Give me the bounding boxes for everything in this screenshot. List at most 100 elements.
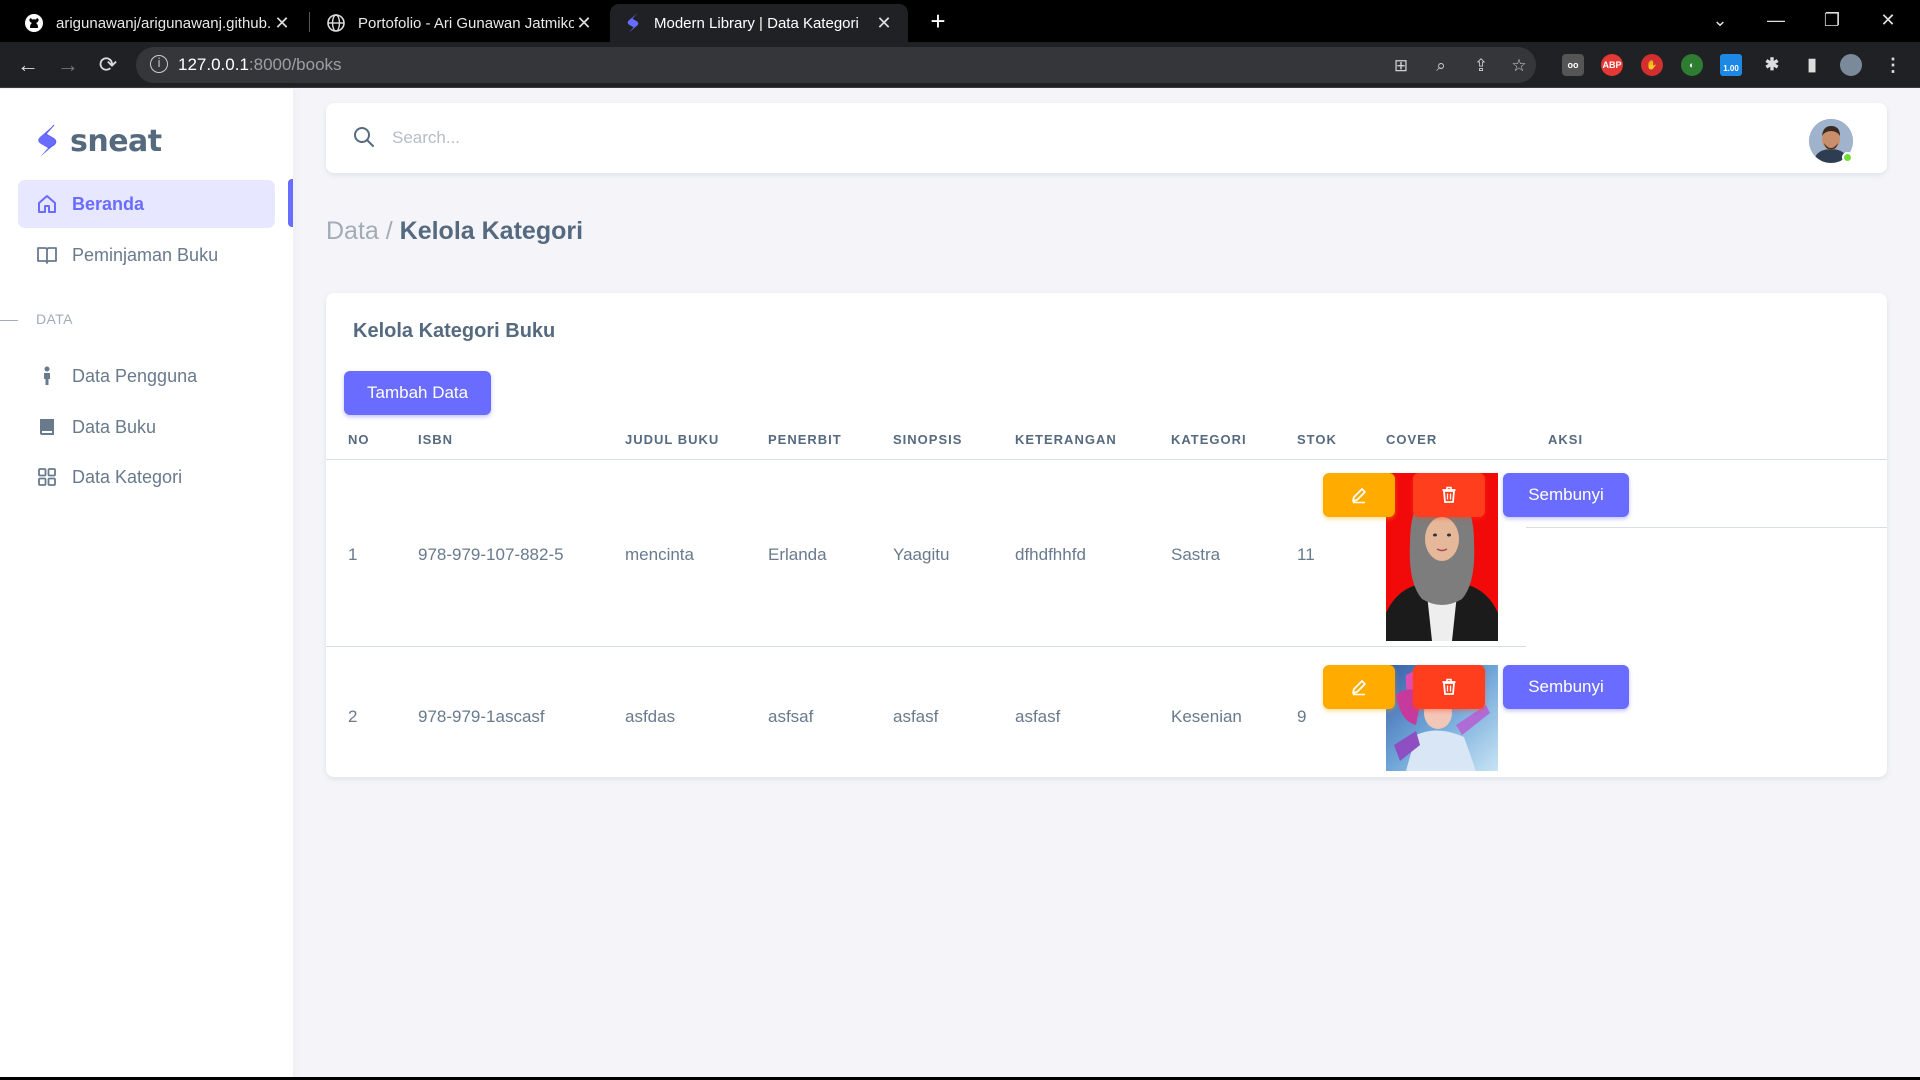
back-button[interactable]: ← bbox=[14, 51, 42, 79]
cell-isbn: 978-979-1ascasf bbox=[418, 707, 545, 726]
cell-no: 1 bbox=[348, 545, 358, 564]
github-icon bbox=[25, 14, 43, 32]
sidebar-item-label: Data Buku bbox=[72, 416, 157, 437]
sidebar-item-label: Peminjaman Buku bbox=[72, 244, 219, 265]
profile-avatar[interactable] bbox=[1840, 54, 1862, 76]
hand-icon[interactable]: ✋ bbox=[1641, 54, 1663, 76]
reload-button[interactable]: ⟳ bbox=[94, 51, 122, 79]
trash-icon bbox=[1442, 486, 1456, 503]
zoom-icon[interactable]: ⌕ bbox=[1430, 55, 1452, 77]
category-card: Kelola Kategori Buku Tambah Data NO ISBN… bbox=[326, 293, 1887, 777]
sidebar-item-label: Data Pengguna bbox=[72, 365, 198, 386]
url-host: 127.0.0.1 bbox=[178, 55, 249, 74]
search-input[interactable] bbox=[392, 121, 692, 155]
tab-portofolio[interactable]: Portofolio - Ari Gunawan Jatmiko ✕ bbox=[312, 4, 608, 42]
cell-penerbit: Erlanda bbox=[768, 545, 827, 564]
book-open-icon bbox=[36, 244, 58, 266]
sidebar-item-label: Data Kategori bbox=[72, 466, 183, 487]
restore-button[interactable]: ❐ bbox=[1808, 0, 1856, 42]
kebab-menu-icon[interactable]: ⋮ bbox=[1882, 54, 1904, 76]
cell-stok: 9 bbox=[1297, 707, 1307, 726]
app-root: sneat Beranda Peminjaman Buku DATA Data … bbox=[0, 89, 1920, 1080]
share-icon[interactable]: ⇪ bbox=[1470, 55, 1492, 77]
close-icon[interactable]: ✕ bbox=[874, 13, 894, 34]
column-header-judul-buku: JUDUL BUKU bbox=[625, 432, 720, 447]
section-divider bbox=[0, 320, 18, 321]
cell-stok: 11 bbox=[1297, 545, 1315, 564]
adblock-icon[interactable]: ABP bbox=[1601, 54, 1623, 76]
hide-button[interactable]: Sembunyi bbox=[1503, 473, 1629, 517]
home-icon bbox=[36, 193, 58, 215]
new-tab-button[interactable]: + bbox=[923, 6, 953, 36]
edit-button[interactable] bbox=[1323, 665, 1395, 709]
chevron-down-icon[interactable]: ⌄ bbox=[1696, 0, 1744, 42]
edit-button[interactable] bbox=[1323, 473, 1395, 517]
sidebar-item-peminjaman-buku[interactable]: Peminjaman Buku bbox=[18, 231, 275, 279]
hide-button[interactable]: Sembunyi bbox=[1503, 665, 1629, 709]
forward-button[interactable]: → bbox=[54, 51, 82, 79]
brand-name: sneat bbox=[70, 123, 162, 159]
tab-title: arigunawanj/arigunawanj.github.io bbox=[56, 14, 272, 32]
column-header-sinopsis: SINOPSIS bbox=[893, 432, 963, 447]
cell-kategori: Sastra bbox=[1171, 545, 1221, 564]
column-header-keterangan: KETERANGAN bbox=[1015, 432, 1117, 447]
counter-extension-icon[interactable]: 1.00 bbox=[1720, 54, 1742, 76]
trash-icon bbox=[1442, 678, 1456, 695]
translate-icon[interactable]: ⊞ bbox=[1390, 55, 1412, 77]
sidebar-item-data-kategori[interactable]: Data Kategori bbox=[18, 453, 275, 501]
minimize-button[interactable]: — bbox=[1752, 0, 1800, 42]
cell-isbn: 978-979-107-882-5 bbox=[418, 545, 564, 564]
cell-judul: asfdas bbox=[625, 707, 676, 726]
close-window-button[interactable]: ✕ bbox=[1864, 0, 1912, 42]
breadcrumb: Data / bbox=[326, 217, 393, 245]
delete-button[interactable] bbox=[1413, 665, 1485, 709]
color-extension-icon[interactable]: ◐ bbox=[1681, 54, 1703, 76]
globe-icon bbox=[327, 14, 345, 32]
tab-separator bbox=[309, 12, 310, 32]
sidebar-item-data-buku[interactable]: Data Buku bbox=[18, 403, 275, 451]
brand[interactable]: sneat bbox=[34, 123, 162, 159]
extension-glasses-icon[interactable]: oo bbox=[1562, 54, 1584, 76]
sidepanel-icon[interactable]: ▮ bbox=[1801, 54, 1823, 76]
cell-no: 2 bbox=[348, 707, 358, 726]
close-icon[interactable]: ✕ bbox=[574, 13, 594, 34]
table-header-divider bbox=[326, 459, 1887, 460]
info-icon[interactable]: i bbox=[150, 55, 168, 73]
sidebar: sneat Beranda Peminjaman Buku DATA Data … bbox=[0, 89, 293, 1080]
row-divider bbox=[1526, 527, 1887, 528]
browser-address-bar: ← → ⟳ i 127.0.0.1:8000/books ⊞ ⌕ ⇪ ☆ oo … bbox=[0, 42, 1920, 88]
tab-github[interactable]: arigunawanj/arigunawanj.github.io ✕ bbox=[10, 4, 306, 42]
sidebar-item-data-pengguna[interactable]: Data Pengguna bbox=[18, 352, 275, 400]
close-icon[interactable]: ✕ bbox=[272, 13, 292, 34]
star-icon[interactable]: ☆ bbox=[1508, 55, 1530, 77]
browser-tab-bar: arigunawanj/arigunawanj.github.io ✕ Port… bbox=[0, 0, 1920, 42]
row-divider bbox=[326, 646, 1526, 647]
column-header-aksi: AKSI bbox=[1548, 432, 1584, 447]
page-title-current: Kelola Kategori bbox=[399, 217, 584, 245]
url-text: 127.0.0.1:8000/books bbox=[178, 55, 342, 75]
cell-kategori: Kesenian bbox=[1171, 707, 1242, 726]
cell-sinopsis: asfasf bbox=[893, 707, 939, 726]
cell-keterangan: dfhdfhhfd bbox=[1015, 545, 1086, 564]
search-icon[interactable] bbox=[352, 125, 376, 149]
tab-title: Portofolio - Ari Gunawan Jatmiko bbox=[358, 14, 574, 32]
delete-button[interactable] bbox=[1413, 473, 1485, 517]
puzzle-icon[interactable]: ✱ bbox=[1761, 54, 1783, 76]
sidebar-item-beranda[interactable]: Beranda bbox=[18, 180, 275, 228]
add-data-button[interactable]: Tambah Data bbox=[344, 371, 492, 415]
active-indicator bbox=[288, 179, 293, 227]
sidebar-item-label: Beranda bbox=[72, 193, 145, 214]
pencil-icon bbox=[1352, 488, 1366, 504]
grid-icon bbox=[36, 466, 58, 488]
cell-penerbit: asfsaf bbox=[768, 707, 814, 726]
person-icon bbox=[36, 365, 58, 387]
card-title: Kelola Kategori Buku bbox=[353, 320, 556, 342]
column-header-penerbit: PENERBIT bbox=[768, 432, 842, 447]
book-icon bbox=[36, 416, 58, 438]
online-status-dot bbox=[1842, 152, 1853, 163]
url-bar[interactable]: i 127.0.0.1:8000/books ⊞ ⌕ ⇪ ☆ bbox=[136, 47, 1536, 83]
top-navbar bbox=[326, 103, 1887, 173]
cell-judul: mencinta bbox=[625, 545, 694, 564]
tab-modern-library[interactable]: Modern Library | Data Kategori ✕ bbox=[610, 4, 908, 42]
sneat-logo-icon bbox=[38, 124, 57, 157]
